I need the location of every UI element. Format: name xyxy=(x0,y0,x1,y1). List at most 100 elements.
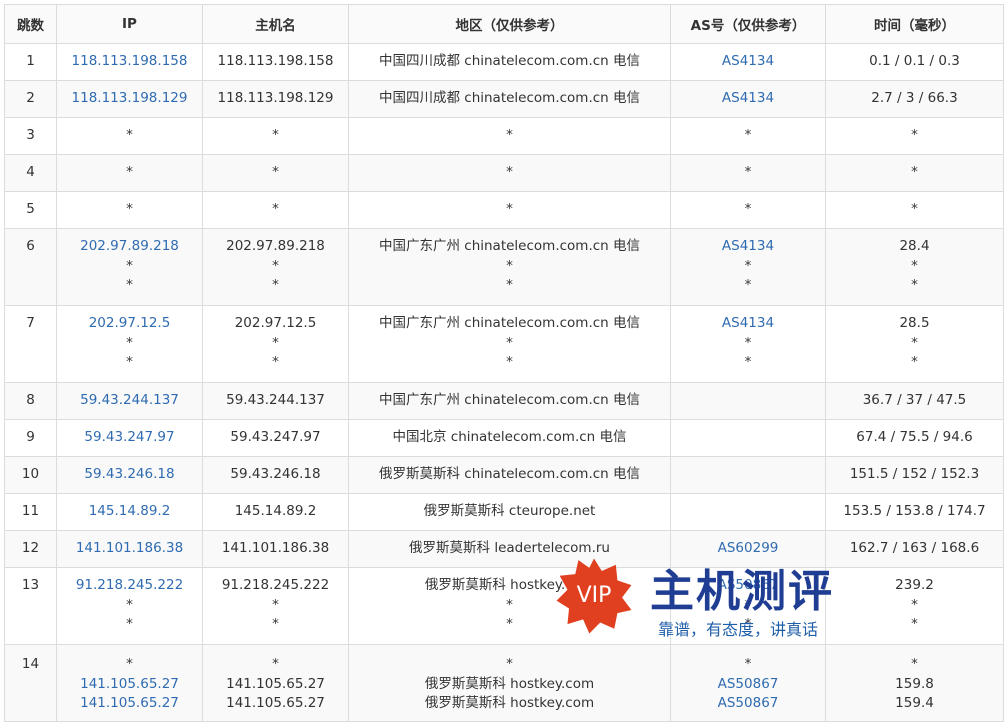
header-as: AS号（仅供参考） xyxy=(670,4,826,44)
hostname-cell-value: * xyxy=(272,257,279,274)
ip-cell: 141.101.186.38 xyxy=(56,530,203,568)
hop-cell: 8 xyxy=(4,382,57,420)
time-cell: * 159.8 159.4 xyxy=(825,644,1004,722)
ip-link[interactable]: 145.14.89.2 xyxy=(57,502,202,522)
as-cell-value: * xyxy=(744,596,752,613)
header-ip: IP xyxy=(56,4,203,44)
hostname-cell-value: 141.101.186.38 xyxy=(221,540,330,556)
as-cell: AS50867 * * xyxy=(670,567,826,645)
hostname-cell-value: 202.97.89.218 xyxy=(226,238,325,254)
hostname-cell-value: 202.97.12.5 xyxy=(234,315,317,331)
region-cell-value: 俄罗斯莫斯科 cteurope.net xyxy=(423,503,596,519)
time-cell: 2.7 / 3 / 66.3 xyxy=(825,80,1004,118)
hop-cell: 6 xyxy=(4,228,57,306)
ip-link[interactable]: 141.105.65.27 xyxy=(57,675,202,695)
time-cell: 151.5 / 152 / 152.3 xyxy=(825,456,1004,494)
as-link[interactable]: AS4134 xyxy=(671,52,825,72)
ip-link[interactable]: 59.43.244.137 xyxy=(57,391,202,411)
ip-cell: 118.113.198.158 xyxy=(56,43,203,81)
as-cell-value: * xyxy=(744,334,752,351)
time-cell: 153.5 / 153.8 / 174.7 xyxy=(825,493,1004,531)
ip-cell: 202.97.89.218 * * xyxy=(56,228,203,306)
hostname-cell: * xyxy=(202,154,349,192)
ip-link[interactable]: 59.43.246.18 xyxy=(57,465,202,485)
time-cell-value: 239.2 xyxy=(895,577,934,593)
hop-cell-value: 8 xyxy=(26,392,35,408)
ip-link[interactable]: 202.97.12.5 xyxy=(57,314,202,334)
time-cell-value: 67.4 / 75.5 / 94.6 xyxy=(856,429,973,445)
hop-cell-value: 11 xyxy=(21,503,40,519)
time-cell-value: 36.7 / 37 / 47.5 xyxy=(862,392,967,408)
ip-link[interactable]: 118.113.198.129 xyxy=(57,89,202,109)
ip-link[interactable]: 118.113.198.158 xyxy=(57,52,202,72)
table-row: 1 118.113.198.158 118.113.198.158 中国四川成都 ch… xyxy=(4,43,1004,81)
hop-cell-value: 12 xyxy=(21,540,40,556)
hostname-cell-value: 91.218.245.222 xyxy=(221,577,330,593)
hop-cell: 5 xyxy=(4,191,57,229)
as-link[interactable]: AS50867 xyxy=(671,576,825,596)
time-cell: * xyxy=(825,117,1004,155)
ip-link[interactable]: 141.105.65.27 xyxy=(57,694,202,714)
region-cell-value: 俄罗斯莫斯科 leadertelecom.ru xyxy=(409,540,610,556)
region-cell: 中国四川成都 chinatelecom.com.cn 电信 xyxy=(348,80,671,118)
as-cell xyxy=(670,456,826,494)
as-cell xyxy=(670,493,826,531)
ip-cell: 59.43.244.137 xyxy=(56,382,203,420)
header-region: 地区（仅供参考） xyxy=(348,4,671,44)
region-cell-value: 俄罗斯莫斯科 hostkey.com xyxy=(424,675,595,692)
header-hostname: 主机名 xyxy=(202,4,349,44)
as-cell: * xyxy=(670,191,826,229)
as-link[interactable]: AS4134 xyxy=(671,237,825,257)
region-cell: 中国广东广州 chinatelecom.com.cn 电信 * * xyxy=(348,305,671,383)
hop-cell: 14 xyxy=(4,644,57,722)
table-row: 13 91.218.245.222 * * 91.218.245.222 * * 俄罗斯莫斯科… xyxy=(4,567,1004,645)
time-cell-value: 153.5 / 153.8 / 174.7 xyxy=(843,503,986,519)
region-cell: * 俄罗斯莫斯科 hostkey.com 俄罗斯莫斯科 hostkey.com xyxy=(348,644,671,722)
hostname-cell: * 141.105.65.27 141.105.65.27 xyxy=(202,644,349,722)
hostname-cell: 59.43.246.18 xyxy=(202,456,349,494)
time-cell-value: * xyxy=(911,596,918,613)
traceroute-table: 跳数 IP 主机名 地区（仅供参考） AS号（仅供参考） 时间（毫秒） 1 118… xyxy=(4,4,1004,722)
time-cell: 162.7 / 163 / 168.6 xyxy=(825,530,1004,568)
region-cell-value: * xyxy=(506,354,513,370)
region-cell-value: 中国广东广州 chinatelecom.com.cn 电信 xyxy=(378,315,641,331)
as-cell: AS4134 xyxy=(670,43,826,81)
time-cell-value: 151.5 / 152 / 152.3 xyxy=(849,466,980,482)
as-cell-value: * xyxy=(744,164,752,180)
hop-cell-value: 6 xyxy=(26,238,35,254)
as-link[interactable]: AS4134 xyxy=(671,314,825,334)
ip-link[interactable]: 202.97.89.218 xyxy=(57,237,202,257)
ip-link[interactable]: 141.101.186.38 xyxy=(57,539,202,559)
time-cell-value: * xyxy=(911,257,918,274)
header-time: 时间（毫秒） xyxy=(825,4,1004,44)
region-cell-value: * xyxy=(506,127,513,143)
hop-cell-value: 7 xyxy=(26,315,35,331)
as-link[interactable]: AS4134 xyxy=(671,89,825,109)
ip-cell: * xyxy=(56,154,203,192)
region-cell: 俄罗斯莫斯科 chinatelecom.com.cn 电信 xyxy=(348,456,671,494)
hop-cell: 10 xyxy=(4,456,57,494)
time-cell-value: * xyxy=(911,127,918,143)
ip-cell: * 141.105.65.27 141.105.65.27 xyxy=(56,644,203,722)
hostname-cell-value: 145.14.89.2 xyxy=(234,503,317,519)
time-cell-value: 0.1 / 0.1 / 0.3 xyxy=(869,53,960,69)
as-cell: AS60299 xyxy=(670,530,826,568)
hostname-cell: 202.97.12.5 * * xyxy=(202,305,349,383)
as-link[interactable]: AS50867 xyxy=(671,675,825,695)
time-cell-value: 159.4 xyxy=(895,695,934,711)
time-cell: 28.5 * * xyxy=(825,305,1004,383)
hostname-cell-value: * xyxy=(272,277,279,293)
as-link[interactable]: AS50867 xyxy=(671,694,825,714)
table-row: 3 * * * * * xyxy=(4,117,1004,155)
hostname-cell-value: 118.113.198.158 xyxy=(217,53,334,69)
ip-link[interactable]: 91.218.245.222 xyxy=(57,576,202,596)
as-link[interactable]: AS60299 xyxy=(671,539,825,559)
ip-link[interactable]: 59.43.247.97 xyxy=(57,428,202,448)
ip-cell-value: * xyxy=(126,201,133,217)
ip-cell: 202.97.12.5 * * xyxy=(56,305,203,383)
hostname-cell: 91.218.245.222 * * xyxy=(202,567,349,645)
hostname-cell-value: 141.105.65.27 xyxy=(226,695,325,711)
as-cell-value: * xyxy=(744,277,752,293)
ip-cell: * xyxy=(56,191,203,229)
hostname-cell-value: 141.105.65.27 xyxy=(226,675,325,692)
